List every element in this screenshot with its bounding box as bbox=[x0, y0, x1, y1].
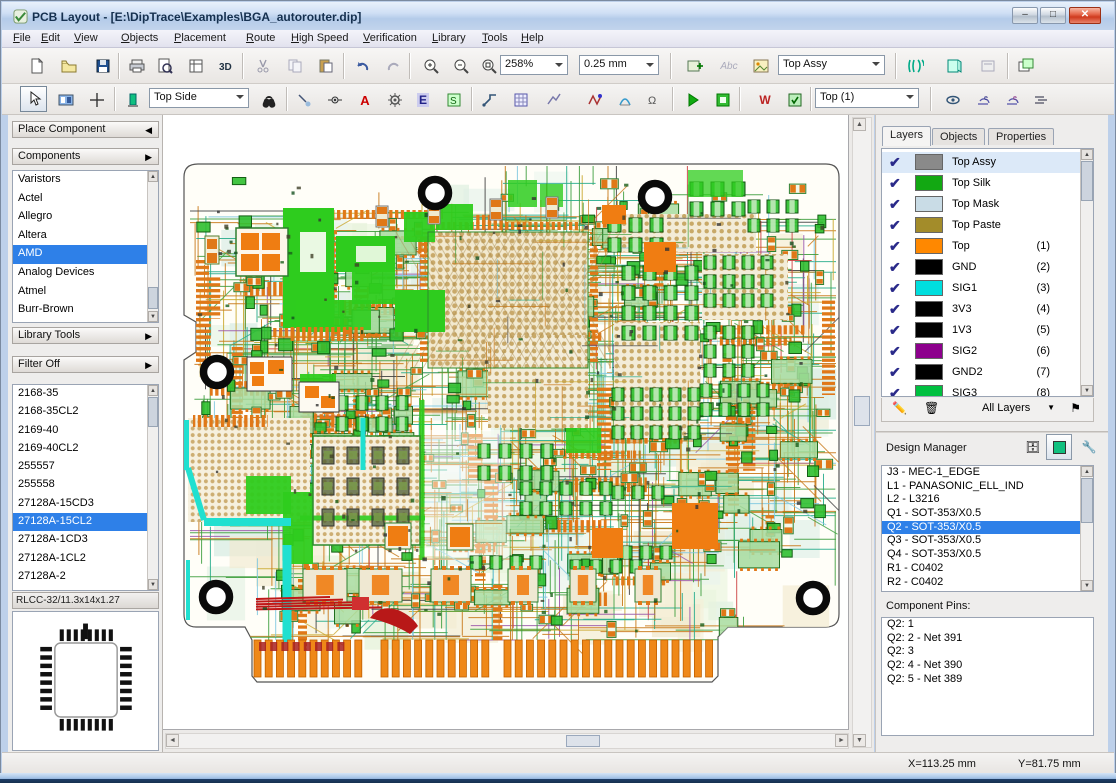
svg-text:e: e bbox=[984, 95, 988, 102]
svg-text:e: e bbox=[1013, 95, 1017, 102]
svg-text:3D: 3D bbox=[219, 62, 232, 73]
svg-text:Ω: Ω bbox=[648, 95, 656, 107]
svg-text:S: S bbox=[450, 96, 457, 107]
